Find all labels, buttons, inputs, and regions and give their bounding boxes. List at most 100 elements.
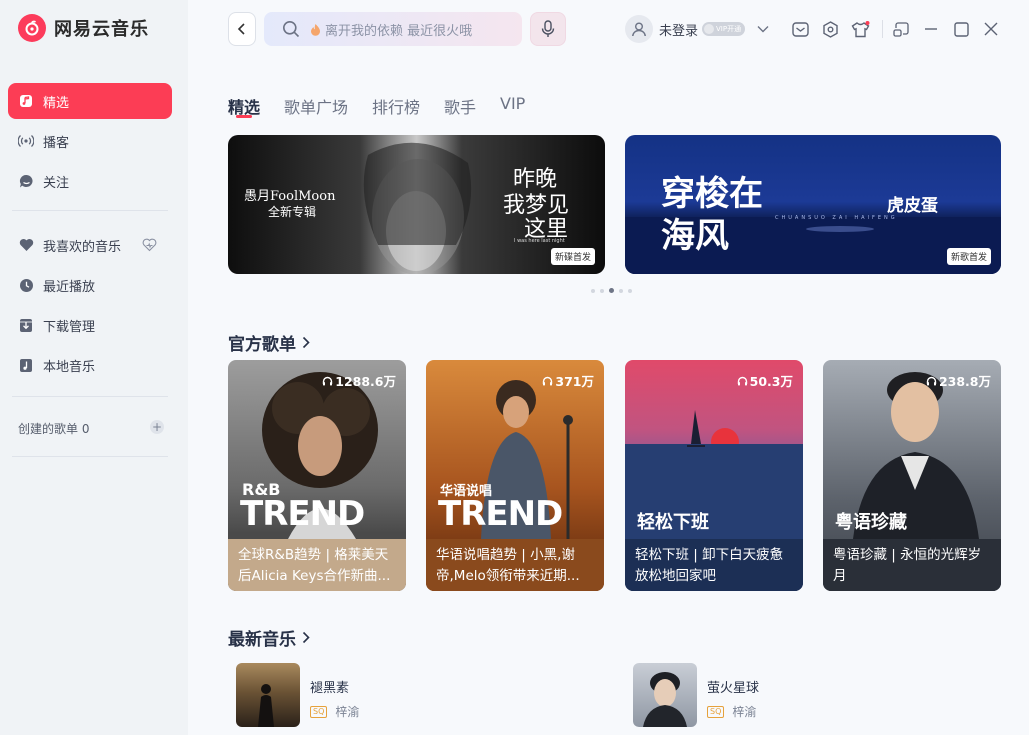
tab-artists[interactable]: 歌手	[444, 94, 476, 118]
tab-active-indicator	[236, 115, 252, 118]
tab-vip[interactable]: VIP	[500, 94, 525, 113]
play-count-value: 50.3万	[749, 374, 793, 389]
pagination-dot[interactable]	[628, 288, 632, 293]
sidebar-item-local-music[interactable]: 本地音乐	[8, 347, 172, 383]
sidebar-divider	[12, 456, 168, 457]
playlist-card[interactable]: 238.8万 粤语珍藏 粤语珍藏 | 永恒的光辉岁月	[823, 360, 1001, 591]
sidebar-item-podcast[interactable]: 播客	[8, 123, 172, 159]
play-count-value: 238.8万	[938, 374, 991, 389]
vip-label: VIP开通	[716, 25, 742, 33]
settings-icon[interactable]	[820, 19, 840, 39]
back-button[interactable]	[228, 12, 256, 46]
search-placeholder: 离开我的依赖 最近很火哦	[325, 23, 473, 39]
play-count: 238.8万	[926, 371, 991, 390]
banner-title: 穿梭在海风	[661, 174, 763, 256]
section-title: 最新音乐	[228, 630, 296, 650]
playlist-card[interactable]: 1288.6万 R&B TREND 全球R&B趋势 | 格莱美天后Alicia …	[228, 360, 406, 591]
sidebar-item-label: 我喜欢的音乐	[43, 239, 122, 255]
sq-badge: SQ	[707, 705, 725, 718]
song-cover[interactable]	[236, 663, 300, 727]
pagination-dot[interactable]	[591, 288, 595, 293]
vip-badge[interactable]: VIP开通	[702, 22, 746, 36]
section-official-playlists[interactable]: 官方歌单	[228, 330, 310, 355]
header-separator	[882, 20, 883, 38]
sidebar-divider	[12, 396, 168, 397]
heart-icon	[18, 237, 34, 253]
sidebar-item-label: 最近播放	[43, 279, 96, 295]
play-count-value: 1288.6万	[335, 374, 396, 389]
banner-pagination[interactable]	[591, 288, 632, 293]
chat-bubble-icon	[18, 173, 34, 189]
playlist-description: 轻松下班 | 卸下白天疲惫 放松地回家吧	[625, 539, 803, 591]
heartbeat-mode-icon[interactable]	[142, 238, 157, 252]
headphones-icon	[737, 376, 748, 386]
song-title[interactable]: 褪黑素	[310, 677, 359, 696]
playlist-description: 全球R&B趋势 | 格莱美天后Alicia Keys合作新曲...	[228, 539, 406, 591]
vip-icon	[704, 24, 715, 34]
banner-album-foolmoon[interactable]: 愚月FoolMoon 全新专辑 昨晚 我梦见 这里 I was here las…	[228, 135, 605, 274]
playlist-description: 华语说唱趋势 | 小黑,谢帝,Melo领衔带来近期...	[426, 539, 604, 591]
mail-icon[interactable]	[790, 19, 810, 39]
minimize-icon[interactable]	[921, 19, 941, 39]
section-new-music[interactable]: 最新音乐	[228, 625, 310, 650]
headphones-icon	[926, 376, 937, 386]
pagination-dot-active[interactable]	[609, 288, 614, 293]
pagination-dot[interactable]	[619, 288, 623, 293]
tab-playlist-square[interactable]: 歌单广场	[284, 94, 348, 118]
banner-tag: 新歌首发	[946, 248, 991, 265]
song-artist[interactable]: 梓渝	[335, 703, 359, 720]
chevron-down-icon[interactable]	[757, 25, 769, 33]
sidebar-item-downloads[interactable]: 下载管理	[8, 307, 172, 343]
skin-icon[interactable]	[850, 19, 870, 39]
banner-subtitle: 全新专辑	[268, 205, 317, 219]
app-name: 网易云音乐	[54, 19, 149, 40]
playlist-category-big: TREND	[240, 494, 365, 534]
song-info: 褪黑素 SQ 梓渝	[310, 663, 359, 727]
list-item[interactable]: 褪黑素 SQ 梓渝	[236, 663, 359, 727]
section-title: 官方歌单	[228, 335, 296, 355]
playlist-card[interactable]: 50.3万 轻松下班 轻松下班 | 卸下白天疲惫 放松地回家吧	[625, 360, 803, 591]
clock-icon	[18, 277, 34, 293]
search-input[interactable]: 离开我的依赖 最近很火哦	[264, 12, 522, 46]
sidebar-item-label: 下载管理	[43, 319, 96, 335]
avatar[interactable]	[625, 15, 653, 43]
play-count: 371万	[542, 371, 594, 390]
maximize-icon[interactable]	[951, 19, 971, 39]
tab-charts[interactable]: 排行榜	[372, 94, 420, 118]
banner-title: 愚月FoolMoon	[244, 189, 336, 204]
headphones-icon	[542, 376, 553, 386]
sidebar-item-label: 本地音乐	[43, 359, 96, 375]
song-meta: SQ 梓渝	[310, 703, 359, 720]
playlist-card[interactable]: 371万 华语说唱 TREND 华语说唱趋势 | 小黑,谢帝,Melo领衔带来近…	[426, 360, 604, 591]
mini-mode-icon[interactable]	[891, 19, 911, 39]
user-login[interactable]: 未登录 VIP开通	[625, 15, 769, 43]
pagination-dot[interactable]	[600, 288, 604, 293]
app-logo[interactable]: 网易云音乐	[18, 14, 149, 42]
song-title[interactable]: 萤火星球	[707, 677, 759, 696]
user-name[interactable]: 未登录	[659, 20, 698, 39]
created-playlists-label[interactable]: 创建的歌单 0	[18, 420, 89, 437]
netease-logo-icon	[18, 14, 46, 42]
microphone-icon	[541, 20, 555, 38]
banner-caption: I was here last night	[514, 238, 565, 244]
sidebar-item-label: 播客	[43, 135, 70, 151]
sidebar-item-follow[interactable]: 关注	[8, 163, 172, 199]
voice-search-button[interactable]	[530, 12, 566, 46]
song-cover-art	[258, 684, 274, 727]
playlist-category: 粤语珍藏	[835, 512, 907, 533]
sidebar-item-liked-music[interactable]: 我喜欢的音乐	[8, 227, 172, 263]
playlist-category-big: TREND	[438, 494, 563, 534]
sidebar-item-recent[interactable]: 最近播放	[8, 267, 172, 303]
play-count: 50.3万	[737, 371, 793, 390]
song-cover[interactable]	[633, 663, 697, 727]
chevron-right-icon	[302, 631, 310, 644]
song-meta: SQ 梓渝	[707, 703, 759, 720]
banner-tag: 新碟首发	[550, 248, 595, 265]
sidebar-item-featured[interactable]: 精选	[8, 83, 172, 119]
banner-song-haifeng[interactable]: 穿梭在海风 虎皮蛋 CHUANSUO ZAI HAIFENG 新歌首发	[625, 135, 1001, 274]
list-item[interactable]: 萤火星球 SQ 梓渝	[633, 663, 759, 727]
close-icon[interactable]	[981, 19, 1001, 39]
song-artist[interactable]: 梓渝	[732, 703, 756, 720]
add-playlist-button[interactable]: +	[150, 420, 164, 434]
play-count: 1288.6万	[322, 371, 396, 390]
